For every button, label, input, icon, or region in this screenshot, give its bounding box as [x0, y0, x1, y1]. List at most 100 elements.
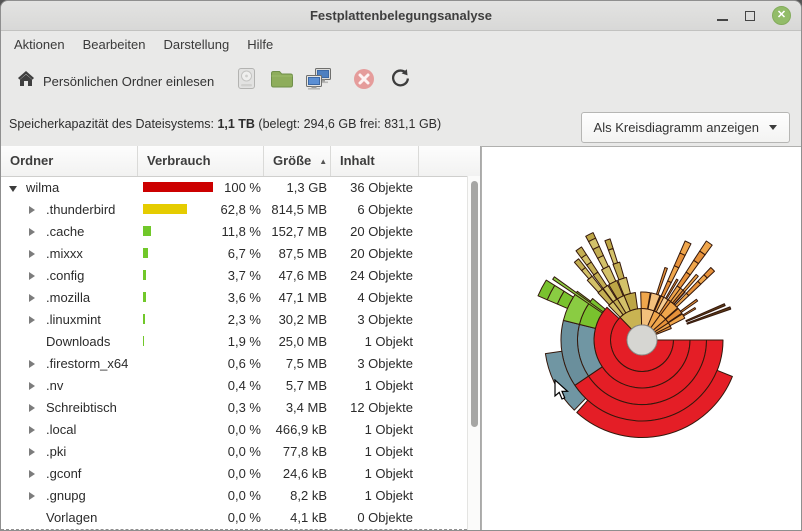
menu-item-bearbeiten[interactable]: Bearbeiten	[74, 34, 155, 55]
folder-tree-pane: Ordner Verbrauch Größe▲ Inhalt wilma100 …	[1, 146, 481, 531]
table-row[interactable]: wilma100 %1,3 GB36 Objekte	[1, 176, 467, 198]
ring-chart-segment[interactable]	[680, 241, 691, 255]
ring-chart-center-hub[interactable]	[627, 325, 657, 355]
table-row[interactable]: .nv0,4 %5,7 MB1 Objekt	[1, 374, 467, 396]
table-row[interactable]: .pki0,0 %77,8 kB1 Objekt	[1, 440, 467, 462]
column-header-verbrauch[interactable]: Verbrauch	[138, 146, 264, 176]
capacity-total: 1,1 TB	[217, 117, 255, 131]
menu-item-hilfe[interactable]: Hilfe	[238, 34, 282, 55]
table-row[interactable]: .linuxmint2,3 %30,2 MB3 Objekte	[1, 308, 467, 330]
scan-remote-button[interactable]	[300, 65, 336, 97]
table-row[interactable]: .mozilla3,6 %47,1 MB4 Objekte	[1, 286, 467, 308]
folder-contents-count: 1 Objekt	[365, 334, 413, 349]
table-row[interactable]: .gconf0,0 %24,6 kB1 Objekt	[1, 462, 467, 484]
usage-bar	[143, 292, 146, 302]
table-row[interactable]: .mixxx6,7 %87,5 MB20 Objekte	[1, 242, 467, 264]
column-header-ordner[interactable]: Ordner	[1, 146, 138, 176]
tree-body: wilma100 %1,3 GB36 Objekte.thunderbird62…	[1, 176, 467, 531]
folder-contents-count: 24 Objekte	[350, 268, 413, 283]
menu-item-darstellung[interactable]: Darstellung	[154, 34, 238, 55]
scan-folder-button[interactable]	[264, 65, 300, 97]
folder-contents-count: 6 Objekte	[357, 202, 413, 217]
table-row[interactable]: .local0,0 %466,9 kB1 Objekt	[1, 418, 467, 440]
usage-percent: 0,6 %	[228, 356, 261, 371]
table-row[interactable]: Vorlagen0,0 %4,1 kB0 Objekte	[1, 506, 467, 528]
ring-chart-segment[interactable]	[608, 248, 617, 264]
toolbar: Persönlichen Ordner einlesen	[1, 59, 801, 103]
refresh-icon	[390, 68, 411, 94]
usage-percent: 6,7 %	[228, 246, 261, 261]
folder-contents-count: 1 Objekt	[365, 466, 413, 481]
folder-name: .mozilla	[46, 290, 90, 305]
expander-closed-icon[interactable]	[29, 466, 41, 481]
expander-closed-icon[interactable]	[29, 268, 41, 283]
folder-name: .linuxmint	[46, 312, 101, 327]
folder-name: Downloads	[46, 334, 110, 349]
usage-bar	[143, 314, 145, 324]
close-button[interactable]: ✕	[772, 6, 791, 25]
ring-chart-segment[interactable]	[613, 262, 624, 280]
ring-chart-segment[interactable]	[700, 241, 713, 255]
expander-open-icon[interactable]	[9, 180, 21, 195]
ring-chart[interactable]	[482, 147, 802, 531]
expander-closed-icon[interactable]	[29, 378, 41, 393]
table-row[interactable]: Schreibtisch0,3 %3,4 MB12 Objekte	[1, 396, 467, 418]
expander-closed-icon[interactable]	[29, 202, 41, 217]
expander-closed-icon[interactable]	[29, 312, 41, 327]
stop-icon	[353, 68, 375, 95]
folder-name: .cache	[46, 224, 84, 239]
usage-percent: 1,9 %	[228, 334, 261, 349]
expander-closed-icon[interactable]	[29, 444, 41, 459]
usage-bar	[143, 226, 151, 236]
expander-closed-icon[interactable]	[29, 400, 41, 415]
usage-percent: 0,0 %	[228, 444, 261, 459]
folder-size: 1,3 GB	[287, 180, 327, 195]
folder-icon	[270, 69, 294, 94]
folder-size: 814,5 MB	[271, 202, 327, 217]
ring-chart-segment[interactable]	[605, 239, 613, 250]
refresh-button[interactable]	[382, 65, 418, 97]
scrollbar-thumb[interactable]	[471, 181, 478, 427]
expander-closed-icon[interactable]	[29, 246, 41, 261]
folder-size: 87,5 MB	[279, 246, 327, 261]
scan-filesystem-button[interactable]	[228, 65, 264, 97]
usage-bar	[143, 270, 146, 280]
hard-disk-icon	[235, 67, 258, 95]
usage-percent: 2,3 %	[228, 312, 261, 327]
expander-closed-icon[interactable]	[29, 224, 41, 239]
stop-scan-button[interactable]	[346, 65, 382, 97]
expander-closed-icon[interactable]	[29, 356, 41, 371]
table-row[interactable]: .cache11,8 %152,7 MB20 Objekte	[1, 220, 467, 242]
folder-size: 466,9 kB	[276, 422, 327, 437]
folder-name: .gnupg	[46, 488, 86, 503]
folder-name: .config	[46, 268, 84, 283]
home-icon	[17, 70, 35, 92]
menu-item-aktionen[interactable]: Aktionen	[5, 34, 74, 55]
usage-percent: 0,0 %	[228, 510, 261, 525]
table-row[interactable]: .gnupg0,0 %8,2 kB1 Objekt	[1, 484, 467, 506]
folder-contents-count: 0 Objekte	[357, 510, 413, 525]
column-header-groesse[interactable]: Größe▲	[264, 146, 331, 176]
vertical-scrollbar[interactable]	[467, 176, 480, 531]
usage-bar	[143, 248, 148, 258]
scan-home-button[interactable]: Persönlichen Ordner einlesen	[9, 64, 222, 98]
folder-name: .mixxx	[46, 246, 83, 261]
expander-closed-icon[interactable]	[29, 422, 41, 437]
table-row[interactable]: .config3,7 %47,6 MB24 Objekte	[1, 264, 467, 286]
view-mode-label: Als Kreisdiagramm anzeigen	[594, 120, 759, 135]
ring-chart-segment[interactable]	[704, 268, 715, 279]
folder-name: Schreibtisch	[46, 400, 117, 415]
maximize-button[interactable]	[745, 11, 755, 21]
expander-closed-icon[interactable]	[29, 488, 41, 503]
view-mode-dropdown[interactable]: Als Kreisdiagramm anzeigen	[581, 112, 790, 143]
minimize-button[interactable]	[717, 10, 728, 21]
table-row[interactable]: .thunderbird62,8 %814,5 MB6 Objekte	[1, 198, 467, 220]
table-row[interactable]: Downloads1,9 %25,0 MB1 Objekt	[1, 330, 467, 352]
expander-closed-icon[interactable]	[29, 290, 41, 305]
table-header: Ordner Verbrauch Größe▲ Inhalt	[1, 146, 480, 177]
titlebar[interactable]: Festplattenbelegungsanalyse ✕	[1, 1, 801, 31]
column-header-inhalt[interactable]: Inhalt	[331, 146, 419, 176]
folder-name: .firestorm_x64	[46, 356, 128, 371]
table-row[interactable]: .firestorm_x640,6 %7,5 MB3 Objekte	[1, 352, 467, 374]
folder-name: .thunderbird	[46, 202, 115, 217]
